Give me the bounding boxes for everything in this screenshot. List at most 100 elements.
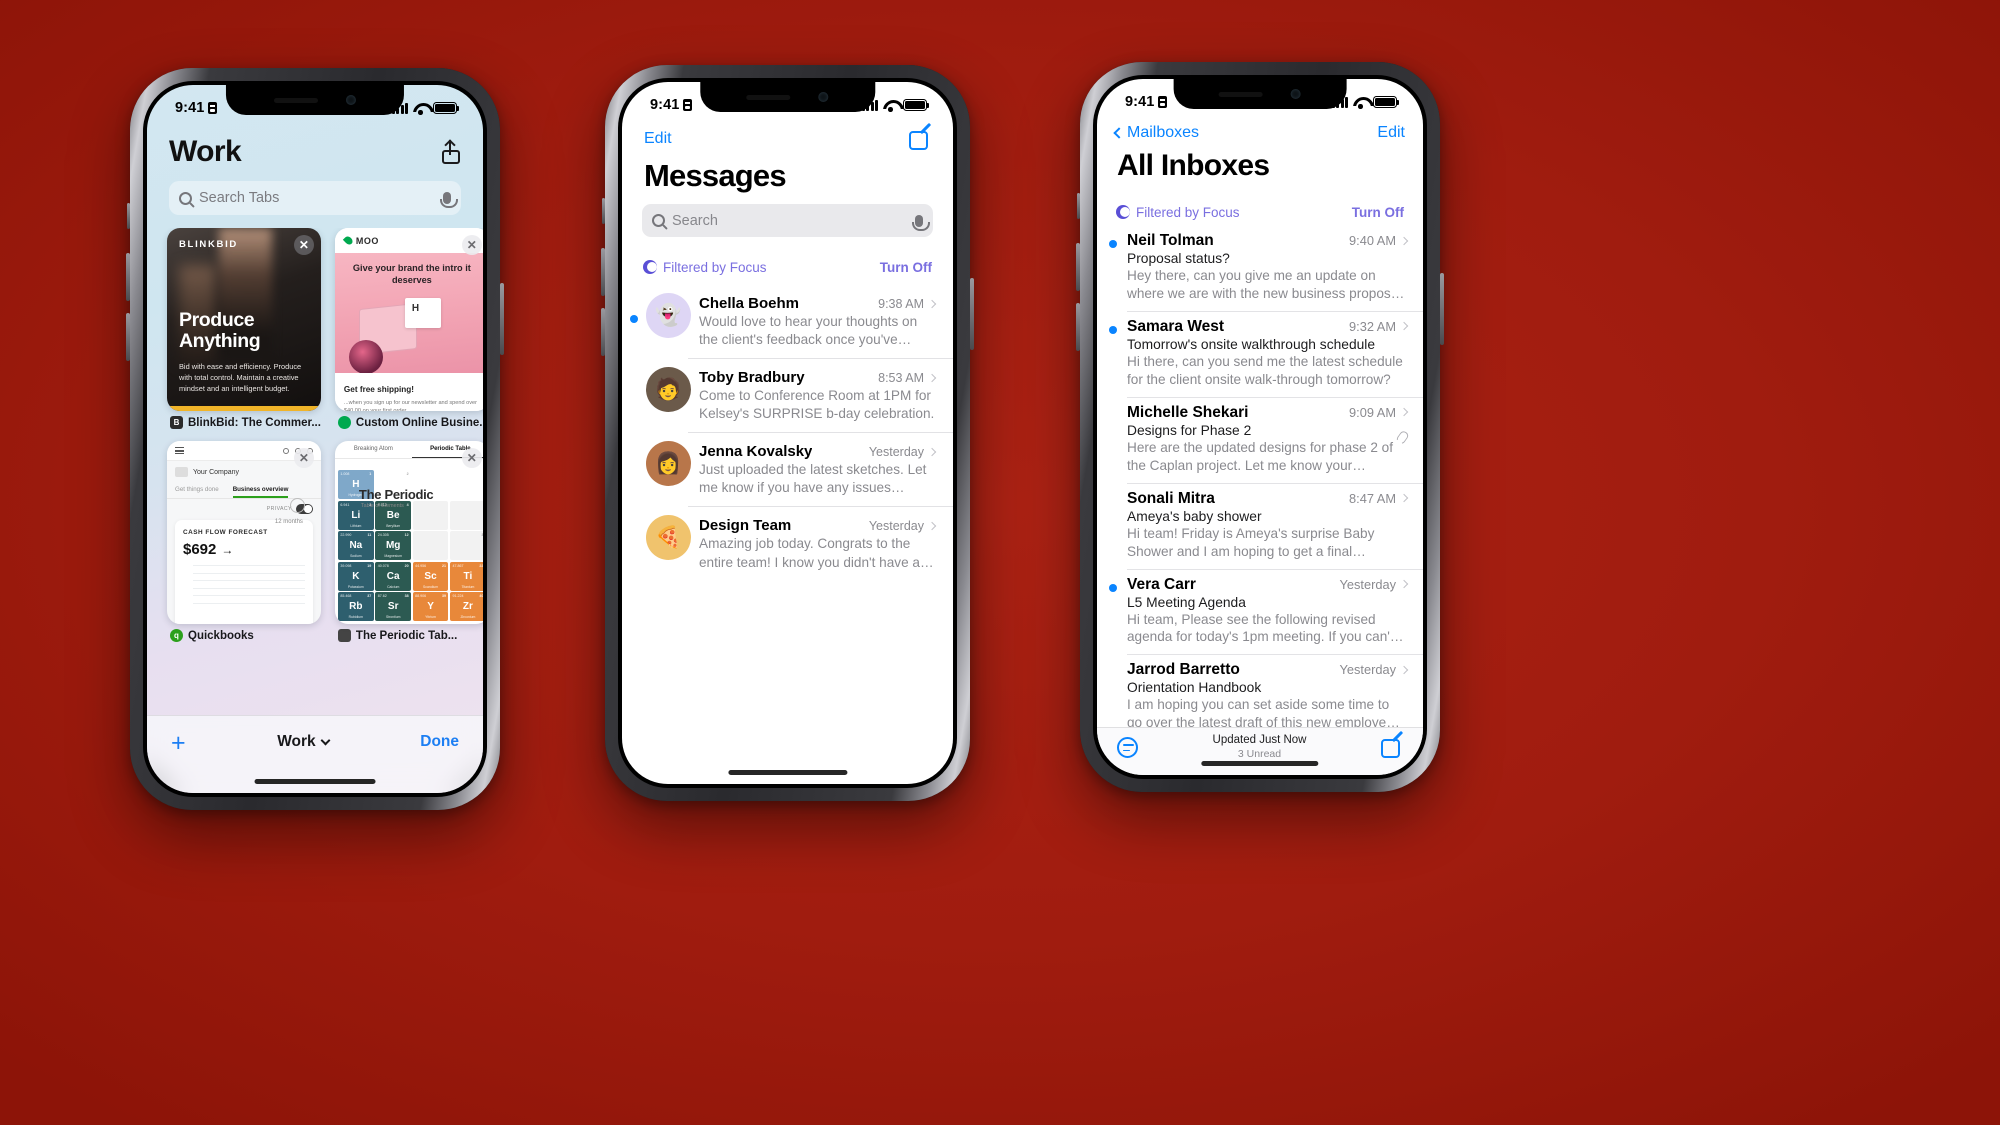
- volume-down-button[interactable]: [1076, 303, 1080, 351]
- volume-up-button[interactable]: [126, 253, 130, 301]
- compose-icon[interactable]: [1381, 730, 1404, 758]
- tab-thumbnail[interactable]: Breaking Atom Periodic Table 1.008 1 H Hydro…: [334, 441, 483, 624]
- element-empty[interactable]: 3: [449, 531, 483, 560]
- home-indicator[interactable]: [1201, 761, 1319, 766]
- cashflow-range[interactable]: 12 months: [275, 519, 303, 525]
- mail-row[interactable]: Michelle Shekari 9:09 AM Designs for Phase…: [1097, 396, 1423, 483]
- tab-card-blinkbid[interactable]: ✕ BLINKBID Produce Anything Bid with ease…: [167, 228, 321, 429]
- avatar[interactable]: 🍕: [646, 515, 691, 561]
- messages-screen: 9:41 Edit Messages Search Filtered by Fo…: [622, 82, 953, 784]
- menu-icon[interactable]: [175, 447, 184, 454]
- search-tabs-input[interactable]: Search Tabs: [169, 181, 461, 215]
- element-zr[interactable]: 91.224 40 Zr Zirconium: [449, 592, 483, 621]
- lock-portrait-icon: [208, 102, 218, 114]
- element-ca[interactable]: 40.078 20 Ca Calcium: [375, 561, 412, 591]
- tab-thumbnail[interactable]: MOO Give your brand the intro it deserve…: [334, 228, 483, 411]
- mute-switch[interactable]: [127, 203, 130, 229]
- mail-bottom-toolbar: Updated Just Now 3 Unread: [1097, 727, 1423, 775]
- volume-up-button[interactable]: [1076, 243, 1080, 291]
- element-empty[interactable]: [449, 500, 483, 530]
- home-indicator[interactable]: [727, 770, 848, 775]
- cashflow-amount: $692: [183, 541, 217, 559]
- edit-button[interactable]: Edit: [644, 130, 672, 148]
- element-mg[interactable]: 24.305 12 Mg Magnesium: [375, 531, 412, 560]
- avatar[interactable]: 👩: [646, 441, 691, 487]
- mail-row[interactable]: Jarrod Barretto Yesterday Orientation Hand…: [1097, 654, 1423, 727]
- tab-group-name: Work: [277, 733, 316, 750]
- mail-sender: Jarrod Barretto: [1127, 661, 1240, 679]
- mail-row[interactable]: Neil Tolman 9:40 AM Proposal status? Hey th…: [1097, 225, 1423, 311]
- tab-thumbnail[interactable]: ✕ BLINKBID Produce Anything Bid with ease…: [167, 228, 321, 411]
- edit-button[interactable]: Edit: [1377, 124, 1405, 142]
- qb-tab-active[interactable]: Business overview: [232, 486, 289, 498]
- message-thread-row[interactable]: 👻 Chella Boehm 9:38 AM Would love to hear y…: [622, 284, 953, 358]
- element-sr[interactable]: 87.62 38 Sr Strontium: [375, 592, 412, 621]
- mute-switch[interactable]: [602, 198, 605, 224]
- tab-label-row: The Periodic Tab...: [335, 629, 483, 642]
- element-ti[interactable]: 47.867 22 Ti Titanium: [449, 561, 483, 591]
- message-thread-row[interactable]: 🍕 Design Team Yesterday Amazing job today. …: [622, 506, 953, 580]
- avatar[interactable]: 🧑: [646, 367, 691, 413]
- close-tab-button[interactable]: ✕: [461, 235, 482, 255]
- back-to-mailboxes-button[interactable]: Mailboxes: [1113, 124, 1199, 142]
- tab-label: BlinkBid: The Commer...: [188, 416, 321, 429]
- home-indicator[interactable]: [254, 779, 376, 784]
- volume-down-button[interactable]: [601, 308, 605, 356]
- power-button[interactable]: [970, 278, 974, 350]
- volume-up-button[interactable]: [601, 248, 605, 296]
- microphone-icon[interactable]: [440, 192, 458, 208]
- element-sc[interactable]: 44.956 21 Sc Scandium: [412, 561, 449, 591]
- mail-row[interactable]: Sonali Mitra 8:47 AM Ameya's baby shower Hi…: [1097, 482, 1423, 569]
- front-camera: [1290, 89, 1301, 99]
- tab-label: Custom Online Busine...: [355, 416, 483, 429]
- power-button[interactable]: [500, 283, 504, 355]
- filter-icon[interactable]: [1117, 736, 1138, 758]
- search-input[interactable]: Search: [642, 204, 933, 237]
- unread-indicator: [630, 315, 638, 323]
- element-empty[interactable]: [449, 470, 483, 499]
- turn-off-focus-button[interactable]: Turn Off: [1352, 205, 1404, 220]
- moo-favicon: [337, 416, 351, 429]
- tab-card-moo[interactable]: MOO Give your brand the intro it deserve…: [334, 228, 483, 429]
- status-time: 9:41: [1125, 94, 1155, 110]
- avatar[interactable]: 👻: [646, 293, 691, 338]
- mail-row[interactable]: Samara West 9:32 AM Tomorrow's onsite walk…: [1097, 310, 1423, 397]
- compose-icon[interactable]: [909, 122, 932, 150]
- mail-message-list: Neil Tolman 9:40 AM Proposal status? Hey th…: [1097, 225, 1423, 727]
- mail-sender: Sonali Mitra: [1127, 489, 1215, 507]
- new-tab-button[interactable]: +: [171, 731, 186, 756]
- element-na[interactable]: 22.990 11 Na Sodium: [337, 531, 374, 560]
- pt-tab-inactive[interactable]: Breaking Atom: [335, 441, 412, 458]
- mail-row[interactable]: Vera Carr Yesterday L5 Meeting Agenda Hi te…: [1097, 568, 1423, 655]
- message-thread-row[interactable]: 🧑 Toby Bradbury 8:53 AM Come to Conference …: [622, 358, 953, 432]
- phone-mockup-stage: 9:41 Work Search Tabs ✕ BLINKBID Produce…: [0, 0, 2000, 1125]
- done-button[interactable]: Done: [420, 733, 459, 751]
- element-rb[interactable]: 85.468 37 Rb Rubidium: [337, 592, 374, 621]
- close-tab-button[interactable]: ✕: [293, 235, 314, 255]
- message-thread-row[interactable]: 👩 Jenna Kovalsky Yesterday Just uploaded th…: [622, 432, 953, 506]
- headline-line-2: Anything: [179, 330, 261, 353]
- tab-card-quickbooks[interactable]: Your Company Get things done Business ove…: [167, 441, 321, 642]
- microphone-icon[interactable]: [912, 214, 930, 231]
- tab-grid: ✕ BLINKBID Produce Anything Bid with ease…: [147, 228, 483, 715]
- mail-preview: Hi there, can you send me the latest sch…: [1127, 353, 1403, 387]
- element-empty[interactable]: [412, 500, 449, 530]
- mail-screen: 9:41 Mailboxes Edit All Inboxes Filtered…: [1097, 79, 1423, 775]
- element-empty[interactable]: [412, 531, 449, 560]
- tab-thumbnail[interactable]: Your Company Get things done Business ove…: [167, 441, 321, 624]
- mute-switch[interactable]: [1077, 193, 1080, 219]
- share-icon[interactable]: [441, 139, 461, 164]
- turn-off-focus-button[interactable]: Turn Off: [880, 260, 932, 275]
- volume-down-button[interactable]: [126, 313, 130, 361]
- tab-card-periodic[interactable]: Breaking Atom Periodic Table 1.008 1 H Hydro…: [334, 441, 483, 642]
- element-y[interactable]: 88.906 39 Y Yttrium: [412, 592, 449, 621]
- tab-group-picker[interactable]: Work: [277, 733, 331, 751]
- power-button[interactable]: [1440, 273, 1444, 345]
- element-k[interactable]: 39.098 19 K Potassium: [337, 561, 374, 591]
- close-tab-button[interactable]: ✕: [293, 448, 314, 468]
- chevron-right-icon: [1399, 665, 1409, 675]
- qb-tab-inactive[interactable]: Get things done: [175, 486, 219, 498]
- mailbox-status: Updated Just Now 3 Unread: [1213, 733, 1307, 762]
- close-tab-button[interactable]: ✕: [461, 448, 482, 468]
- mail-nav-bar: Mailboxes Edit: [1097, 117, 1423, 149]
